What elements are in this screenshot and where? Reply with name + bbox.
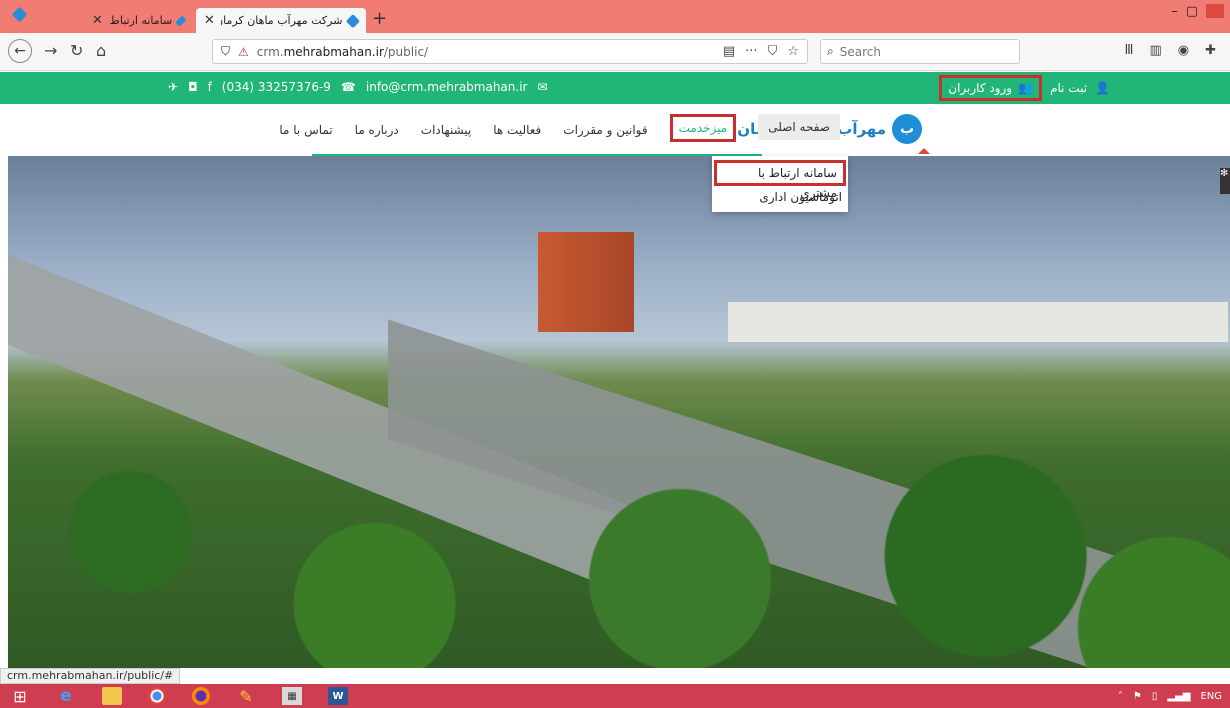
library-icon[interactable]: Ⅲ [1124,43,1133,58]
word-icon[interactable]: W [328,687,348,705]
settings-gear-icon[interactable]: ✻ [1220,168,1230,194]
internet-explorer-icon[interactable]: e [56,686,76,706]
site-topbar: ✈ ◘ f (034) 33257376-9 ☎ info@crm.mehrab… [0,72,1230,104]
users-icon: 👥 [1018,81,1034,95]
menu-item-contact[interactable]: تماس با ما [279,123,332,137]
tab-crm[interactable]: سامانه ارتباط با مشتری ✕ [84,8,192,33]
menu-item-home[interactable]: صفحه اصلی [758,114,840,140]
toolbar-right: Ⅲ ▥ ◉ ✚ [1124,43,1216,58]
window-controls: – ▢ [1171,4,1224,19]
new-tab-button[interactable]: + [372,8,387,29]
main-menu: صفحه اصلی میزخدمت قوانین و مقررات فعالیت… [279,114,840,142]
forward-icon[interactable]: → [44,41,57,60]
favicon-icon [175,14,187,27]
hero-building [538,232,634,332]
login-link[interactable]: 👥 ورود کاربران [939,75,1043,101]
shield-icon[interactable]: ⛉ [221,44,230,59]
dropdown-item-crm[interactable]: سامانه ارتباط با مشتری [714,160,846,200]
url-text[interactable]: crm.mehrabmahan.ir/public/ [257,45,428,59]
insecure-lock-icon[interactable]: ⚠ [238,45,249,59]
signal-icon[interactable]: ▂▄▆ [1167,691,1190,702]
calculator-icon[interactable]: ▦ [282,687,302,705]
login-label: ورود کاربران [948,81,1013,95]
search-input[interactable]: ⌕ Search [820,39,1020,64]
minimize-icon[interactable]: – [1171,4,1178,19]
url-bar[interactable]: ⛉ ⚠ crm.mehrabmahan.ir/public/ ▤ ··· ⛉ ☆ [212,39,808,64]
envelope-icon: ✉ [537,80,548,94]
app-icon[interactable]: ✎ [236,687,256,706]
sidebar-icon[interactable]: ▥ [1149,43,1161,58]
back-icon[interactable]: ← [8,39,32,63]
battery-icon[interactable]: ▯ [1152,691,1158,702]
hero-trees [8,436,1230,668]
more-actions-icon[interactable]: ··· [745,44,757,59]
browser-toolbar: ← → ↻ ⌂ ⛉ ⚠ crm.mehrabmahan.ir/public/ ▤… [0,33,1230,71]
favicon-icon [346,13,361,28]
window-close-icon[interactable] [1206,4,1224,18]
tab-mehrab[interactable]: شرکت مهرآب ماهان کرمان ✕ [196,8,366,33]
site-header: ب مهرآب ماهان کرمان صفحه اصلی میزخدمت قو… [0,104,1230,156]
file-explorer-icon[interactable] [102,687,122,705]
pocket-icon[interactable]: ⛉ [768,44,778,59]
maximize-icon[interactable]: ▢ [1186,4,1198,19]
windows-start-icon[interactable]: ⊞ [10,687,30,706]
menu-item-service[interactable]: میزخدمت [669,114,737,142]
account-icon[interactable]: ◉ [1178,43,1189,58]
extensions-icon[interactable]: ✚ [1205,43,1216,58]
taskbar-apps: ⊞ e ✎ ▦ W [0,686,348,706]
chrome-icon[interactable] [148,687,166,705]
facebook-icon[interactable]: f [208,80,212,94]
contact-info: ✈ ◘ f (034) 33257376-9 ☎ info@crm.mehrab… [168,80,548,94]
bookmark-star-icon[interactable]: ☆ [787,44,799,59]
reader-view-icon[interactable]: ▤ [723,44,735,59]
search-icon: ⌕ [827,44,834,58]
phone-number: (034) 33257376-9 [221,80,331,94]
menu-item-about[interactable]: درباره ما [355,123,399,137]
dropdown-item-automation[interactable]: اتوماسیون اداری [712,186,848,208]
url-actions: ▤ ··· ⛉ ☆ [723,44,799,59]
user-icon: 👤 [1095,81,1110,95]
instagram-icon[interactable]: ◘ [188,80,198,94]
logo-mark-icon: ب [892,114,922,144]
site-logo-icon [11,6,28,23]
active-caret [918,148,930,154]
windows-taskbar: ⊞ e ✎ ▦ W ˄ ⚑ ▯ ▂▄▆ ENG [0,684,1230,708]
register-link[interactable]: ثبت نام [1050,81,1087,95]
home-icon[interactable]: ⌂ [96,41,106,60]
hero-factory [728,302,1228,342]
service-dropdown: سامانه ارتباط با مشتری اتوماسیون اداری [712,156,848,212]
flag-icon[interactable]: ⚑ [1133,691,1142,702]
tab-label: سامانه ارتباط با مشتری [109,14,173,27]
system-tray: ˄ ⚑ ▯ ▂▄▆ ENG [1118,691,1230,702]
search-placeholder: Search [839,44,881,59]
tab-label: شرکت مهرآب ماهان کرمان [220,14,343,27]
reload-icon[interactable]: ↻ [70,41,83,60]
menu-item-activities[interactable]: فعالیت ها [493,123,541,137]
auth-links: 👤 ثبت نام 👥 ورود کاربران [939,72,1110,104]
language-indicator[interactable]: ENG [1200,691,1222,702]
tray-chevron-icon[interactable]: ˄ [1118,691,1123,702]
phone-icon: ☎ [340,80,356,94]
telegram-icon[interactable]: ✈ [168,80,178,94]
hero-image [8,156,1230,668]
menu-item-laws[interactable]: قوانین و مقررات [563,123,647,137]
email-address[interactable]: info@crm.mehrabmahan.ir [366,80,528,94]
close-icon[interactable]: ✕ [92,13,103,28]
close-icon[interactable]: ✕ [204,13,215,28]
tab-strip: سامانه ارتباط با مشتری ✕ شرکت مهرآب ماها… [0,0,1230,33]
status-bar-url: crm.mehrabmahan.ir/public/# [0,668,181,684]
menu-item-suggestions[interactable]: پیشنهادات [421,123,471,137]
firefox-icon[interactable] [192,687,210,705]
